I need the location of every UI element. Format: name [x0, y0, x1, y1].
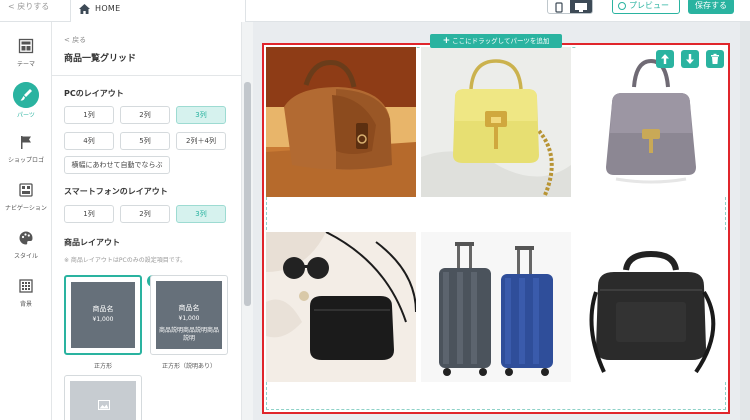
pc-layout-heading: PCのレイアウト: [64, 89, 124, 98]
smartphone-icon: [555, 2, 563, 13]
save-button[interactable]: 保存する: [688, 0, 734, 14]
texture-icon: [19, 279, 33, 293]
drop-zone-label[interactable]: + ここにドラッグしてパーツを追加: [430, 34, 562, 48]
sidebar-rail: テーマ パーツ ショップロゴ ナビゲーション スタイル 背景: [0, 22, 52, 420]
sidebar-item-label: ショップロゴ: [7, 157, 44, 164]
move-down-button[interactable]: [681, 50, 699, 68]
canvas-scrollbar[interactable]: [740, 22, 750, 420]
arrow-down-icon: [686, 54, 694, 64]
card-product-description: 商品説明商品説明商品説明: [158, 327, 219, 342]
brush-icon: [13, 82, 39, 108]
product-image[interactable]: [266, 47, 416, 197]
panel-title: 商品一覧グリッド: [64, 54, 137, 64]
card-product-name: 商品名: [92, 305, 114, 313]
card-product-price: ¥1,000: [178, 315, 200, 322]
plus-icon: +: [442, 36, 451, 46]
sp-layout-option[interactable]: 1列: [64, 205, 114, 223]
pc-layout-option-selected[interactable]: 3列: [176, 106, 226, 124]
pc-layout-option[interactable]: 横幅にあわせて自動でならぶ: [64, 156, 170, 174]
layout-icon: [18, 38, 34, 54]
black-crossbody-bag-photo: [266, 232, 416, 382]
brown-shoulder-bag-photo: [266, 47, 416, 197]
page-selector[interactable]: HOME: [70, 0, 246, 22]
pc-layout-option[interactable]: 5列: [120, 132, 170, 150]
pc-layout-option[interactable]: 1列: [64, 106, 114, 124]
device-toggle[interactable]: [547, 0, 593, 14]
home-icon: [79, 4, 90, 14]
flag-icon: [21, 136, 31, 149]
preview-button[interactable]: プレビュー: [612, 0, 680, 14]
product-image[interactable]: [576, 47, 726, 197]
palette-icon: [19, 231, 33, 245]
panel-back-link[interactable]: < 戻る: [64, 35, 86, 45]
scrollbar-thumb[interactable]: [244, 82, 251, 306]
sp-layout-option[interactable]: 2列: [120, 205, 170, 223]
card-thumbnail: 商品名 ¥1,000 商品説明商品説明商品説明: [156, 281, 222, 349]
layout-card-square-with-description[interactable]: 商品名 ¥1,000 商品説明商品説明商品説明: [150, 275, 228, 355]
sidebar-item-label: スタイル: [13, 253, 38, 260]
product-grid-block[interactable]: [262, 43, 730, 414]
card-thumbnail: [70, 381, 136, 420]
gray-handbag-photo: [576, 47, 726, 197]
product-image[interactable]: [266, 232, 416, 382]
sidebar-item-navigation[interactable]: ナビゲーション: [0, 174, 52, 218]
sidebar-item-background[interactable]: 背景: [0, 270, 52, 314]
product-image[interactable]: [576, 232, 726, 382]
divider: [52, 75, 253, 76]
sidebar-item-label: ナビゲーション: [5, 205, 47, 212]
sp-layout-heading: スマートフォンのレイアウト: [64, 187, 168, 196]
preview-label: プレビュー: [629, 1, 669, 10]
sidebar-item-shop-logo[interactable]: ショップロゴ: [0, 126, 52, 170]
yellow-chain-handbag-photo: [421, 47, 571, 197]
pc-layout-option[interactable]: 4列: [64, 132, 114, 150]
sp-layout-option-selected[interactable]: 3列: [176, 205, 226, 223]
image-icon: [98, 400, 110, 410]
eye-icon: [618, 2, 626, 10]
pc-layout-option[interactable]: 2列＋4列: [176, 132, 226, 150]
pc-view-button[interactable]: [570, 0, 592, 13]
card-caption: 正方形（説明あり）: [161, 363, 216, 370]
card-product-name: 商品名: [178, 304, 200, 312]
panel-scrollbar[interactable]: [241, 22, 253, 420]
drop-zone-text: ここにドラッグしてパーツを追加: [452, 37, 550, 45]
sidebar-item-label: テーマ: [16, 61, 35, 68]
sidebar-item-label: パーツ: [17, 112, 35, 119]
sidebar-item-theme[interactable]: テーマ: [0, 30, 52, 74]
product-image[interactable]: [421, 232, 571, 382]
settings-panel: < 戻る 商品一覧グリッド PCのレイアウト 1列 2列 3列 4列 5列 2列…: [52, 22, 253, 420]
sidebar-item-style[interactable]: スタイル: [0, 222, 52, 266]
layout-card-square[interactable]: 商品名 ¥1,000 ✓: [64, 275, 159, 355]
card-product-price: ¥1,000: [92, 316, 114, 323]
trash-icon: [711, 53, 719, 64]
move-up-button[interactable]: [656, 50, 674, 68]
navigation-icon: [19, 183, 33, 197]
delete-button[interactable]: [706, 50, 724, 68]
product-layout-note: ※ 商品レイアウトはPCのみの設定項目です。: [64, 257, 187, 264]
card-caption: 正方形: [93, 363, 112, 370]
layout-card-image[interactable]: [64, 375, 142, 420]
sidebar-item-label: 背景: [19, 301, 32, 308]
card-thumbnail: 商品名 ¥1,000: [71, 282, 135, 348]
black-business-bag-photo: [576, 232, 726, 382]
monitor-icon: [575, 3, 587, 12]
product-layout-heading: 商品レイアウト: [64, 238, 120, 247]
arrow-up-icon: [661, 54, 669, 64]
product-image[interactable]: [421, 47, 571, 197]
suitcases-photo: [421, 232, 571, 382]
pc-layout-option[interactable]: 2列: [120, 106, 170, 124]
back-link[interactable]: < 戻りする: [8, 1, 49, 12]
smartphone-view-button[interactable]: [548, 0, 570, 13]
sidebar-item-parts[interactable]: パーツ: [0, 78, 52, 122]
page-selector-label: HOME: [95, 4, 121, 13]
top-bar: < 戻りする HOME プレビュー 保存する: [0, 0, 750, 22]
